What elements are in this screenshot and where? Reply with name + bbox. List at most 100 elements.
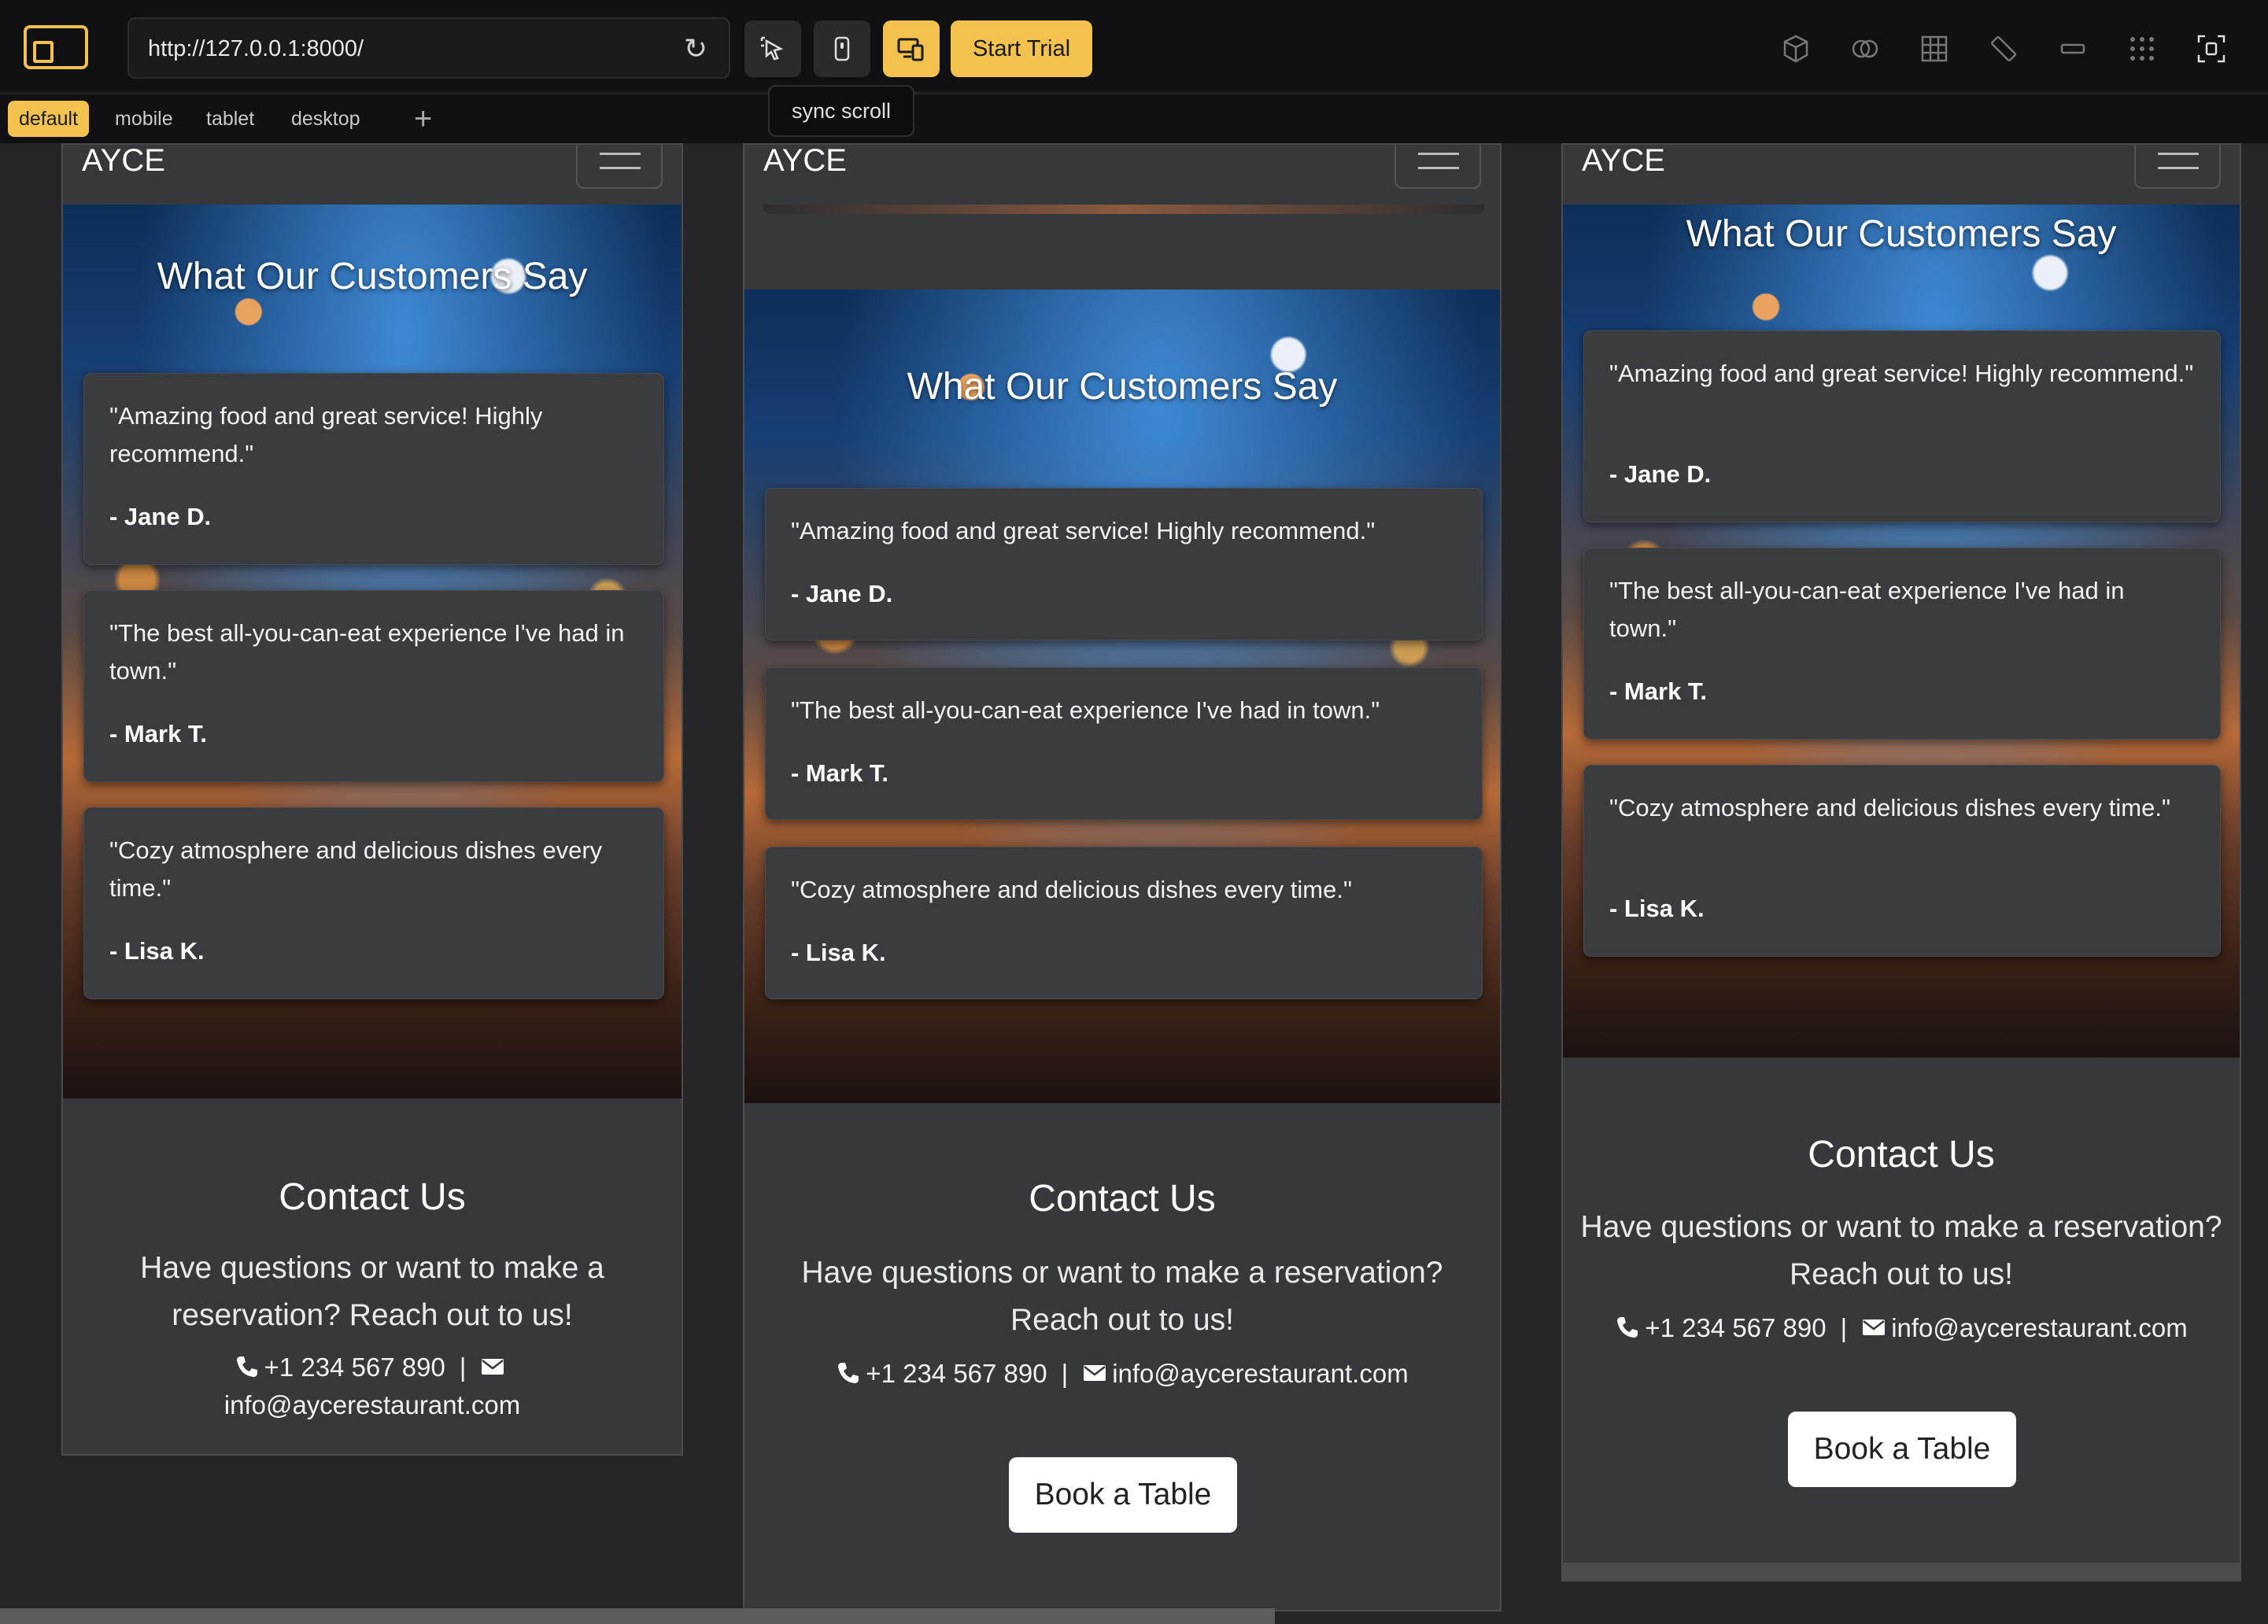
site-brand[interactable]: AYCE (763, 145, 847, 176)
horizontal-scrollbar[interactable] (0, 1608, 1275, 1624)
book-table-button[interactable]: Book a Table (1788, 1412, 2016, 1487)
testimonial-quote: "Cozy atmosphere and delicious dishes ev… (109, 836, 603, 902)
testimonial-quote: "The best all-you-can-eat experience I'v… (791, 696, 1380, 724)
site-navbar: AYCE (63, 145, 682, 205)
responsive-icon (897, 38, 924, 61)
component-icon[interactable] (2057, 33, 2089, 65)
testimonial-quote: "Amazing food and great service! Highly … (1609, 360, 2194, 387)
testimonial-quote: "Amazing food and great service! Highly … (109, 402, 543, 467)
ruler-icon[interactable] (1988, 33, 2019, 65)
testimonials-title: What Our Customers Say (907, 366, 1338, 408)
tab-mobile[interactable]: mobile (104, 101, 184, 137)
phone-icon (235, 1352, 260, 1377)
testimonial-quote: "Cozy atmosphere and delicious dishes ev… (1609, 794, 2170, 821)
contact-email[interactable]: info@aycerestaurant.com (1112, 1359, 1409, 1388)
testimonials-title: What Our Customers Say (157, 256, 588, 297)
contact-info: +1 234 567 890 | info@aycerestaurant.com (63, 1349, 682, 1424)
contact-title: Contact Us (1029, 1178, 1216, 1220)
mobile-view-button[interactable] (814, 20, 870, 77)
reload-icon[interactable]: ↻ (680, 33, 711, 65)
carousel-edge (763, 205, 1484, 214)
contact-phone[interactable]: +1 234 567 890 (264, 1353, 445, 1382)
phone-icon (1615, 1312, 1640, 1338)
contact-text: Have questions or want to make a reserva… (801, 1256, 1443, 1337)
testimonial-card: "Cozy atmosphere and delicious dishes ev… (83, 807, 664, 999)
tab-desktop[interactable]: desktop (280, 101, 371, 137)
url-text[interactable]: http://127.0.0.1:8000/ (148, 36, 364, 62)
testimonial-card: "The best all-you-can-eat experience I'v… (765, 667, 1483, 820)
testimonial-card: "Cozy atmosphere and delicious dishes ev… (765, 847, 1483, 999)
contact-separator: | (1840, 1313, 1848, 1342)
sync-scroll-tooltip: sync scroll (768, 85, 914, 137)
testimonial-author: - Jane D. (791, 580, 893, 607)
tab-default[interactable]: default (8, 101, 90, 137)
menu-toggle-icon[interactable] (576, 145, 663, 189)
mobile-icon (834, 36, 850, 61)
add-tab-button[interactable]: + (414, 98, 432, 140)
contact-text: Have questions or want to make a reserva… (1580, 1210, 2222, 1291)
testimonials-section: What Our Customers Say "Amazing food and… (1563, 205, 2240, 1057)
contact-email[interactable]: info@aycerestaurant.com (1891, 1313, 2188, 1342)
box-icon[interactable] (1780, 33, 1812, 65)
testimonial-quote: "Cozy atmosphere and delicious dishes ev… (791, 876, 1352, 903)
inspect-icon (760, 36, 784, 61)
site-navbar: AYCE (1563, 145, 2240, 205)
device-tabs: default mobile tablet desktop + (0, 94, 2268, 143)
testimonial-author: - Mark T. (109, 720, 208, 747)
site-brand[interactable]: AYCE (1582, 145, 1665, 176)
contact-title: Contact Us (279, 1176, 466, 1218)
testimonial-card: "The best all-you-can-eat experience I'v… (83, 590, 664, 782)
contact-info: +1 234 567 890 | info@aycerestaurant.com (1563, 1309, 2240, 1347)
contact-email[interactable]: info@aycerestaurant.com (224, 1390, 521, 1419)
url-bar[interactable]: http://127.0.0.1:8000/ ↻ (127, 17, 730, 79)
testimonials-title: What Our Customers Say (1686, 213, 2117, 255)
testimonial-card: "Amazing food and great service! Highly … (765, 488, 1483, 640)
layout-icon[interactable] (24, 25, 88, 69)
book-table-button[interactable]: Book a Table (1009, 1457, 1237, 1533)
tab-tablet[interactable]: tablet (195, 101, 265, 137)
testimonial-card: "The best all-you-can-eat experience I'v… (1583, 548, 2221, 740)
phone-icon (836, 1358, 861, 1383)
responsive-view-button[interactable] (883, 20, 940, 77)
testimonial-author: - Jane D. (109, 503, 212, 530)
grid-icon[interactable] (1919, 33, 1950, 65)
contact-text: Have questions or want to make a reserva… (140, 1251, 604, 1332)
menu-toggle-icon[interactable] (2134, 145, 2221, 189)
testimonial-quote: "The best all-you-can-eat experience I'v… (1609, 577, 2125, 642)
contact-phone[interactable]: +1 234 567 890 (1645, 1313, 1826, 1342)
testimonials-section: What Our Customers Say "Amazing food and… (63, 205, 682, 1098)
envelope-icon (1082, 1358, 1107, 1383)
contact-info: +1 234 567 890 | info@aycerestaurant.com (744, 1355, 1500, 1393)
contact-phone[interactable]: +1 234 567 890 (866, 1359, 1047, 1388)
menu-toggle-icon[interactable] (1394, 145, 1481, 189)
start-trial-button[interactable]: Start Trial (951, 20, 1092, 77)
testimonial-author: - Mark T. (791, 759, 889, 787)
layers-icon[interactable] (1849, 33, 1881, 65)
site-navbar: AYCE (744, 145, 1500, 205)
screenshot-icon[interactable] (2196, 33, 2227, 65)
preview-pane-mobile[interactable]: AYCE What Our Customers Say "Amazing foo… (1561, 143, 2241, 1582)
testimonial-author: - Lisa K. (791, 939, 886, 966)
dots-grid-icon[interactable] (2126, 33, 2158, 65)
testimonial-card: "Amazing food and great service! Highly … (83, 373, 664, 565)
contact-separator: | (459, 1353, 467, 1382)
contact-separator: | (1061, 1359, 1069, 1388)
testimonial-quote: "Amazing food and great service! Highly … (791, 517, 1376, 544)
testimonial-author: - Mark T. (1609, 677, 1708, 705)
testimonial-card: "Cozy atmosphere and delicious dishes ev… (1583, 765, 2221, 957)
testimonial-card: "Amazing food and great service! Highly … (1583, 330, 2221, 522)
preview-pane-default[interactable]: AYCE What Our Customers Say "Amazing foo… (61, 143, 683, 1456)
testimonial-quote: "The best all-you-can-eat experience I'v… (109, 619, 625, 685)
contact-title: Contact Us (1808, 1134, 1995, 1176)
testimonial-author: - Lisa K. (1609, 895, 1705, 922)
envelope-icon (1861, 1312, 1886, 1338)
testimonials-section: What Our Customers Say "Amazing food and… (744, 290, 1500, 1103)
pane-scrollbar[interactable] (1563, 1563, 2240, 1580)
testimonial-author: - Jane D. (1609, 460, 1712, 488)
testimonial-author: - Lisa K. (109, 937, 205, 965)
inspect-button[interactable] (744, 20, 801, 77)
envelope-icon (480, 1352, 505, 1377)
site-brand[interactable]: AYCE (82, 145, 165, 176)
top-toolbar: http://127.0.0.1:8000/ ↻ Start Trial (0, 0, 2268, 93)
preview-pane-tablet[interactable]: AYCE What Our Customers Say "Amazing foo… (743, 143, 1502, 1611)
